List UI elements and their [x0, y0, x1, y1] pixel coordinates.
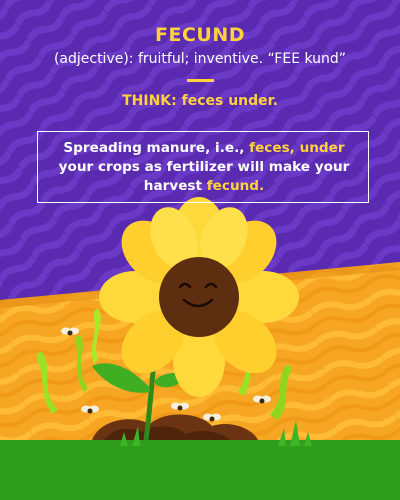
mnemonic-line2: your crops as fertilizer will make your	[58, 159, 350, 175]
divider	[187, 79, 214, 82]
sunflower-icon	[99, 197, 299, 397]
text-panel: FECUND (adjective): fruitful; inventive.…	[0, 0, 400, 210]
think-mnemonic: THINK: feces under.	[122, 93, 278, 109]
mnemonic-line3-b: fecund.	[206, 178, 265, 194]
flower-face	[159, 257, 239, 337]
word-title: FECUND	[154, 24, 245, 46]
mnemonic-text: Spreading manure, i.e., feces, under you…	[38, 139, 370, 196]
mnemonic-line1-a: Spreading manure, i.e.,	[63, 140, 250, 156]
word-definition: (adjective): fruitful; inventive. “FEE k…	[53, 51, 347, 67]
mnemonic-box: Spreading manure, i.e., feces, under you…	[37, 131, 369, 203]
mnemonic-line3-a: harvest	[143, 178, 207, 194]
grass-ground	[0, 440, 400, 500]
mnemonic-line1-b: feces, under	[249, 140, 345, 156]
